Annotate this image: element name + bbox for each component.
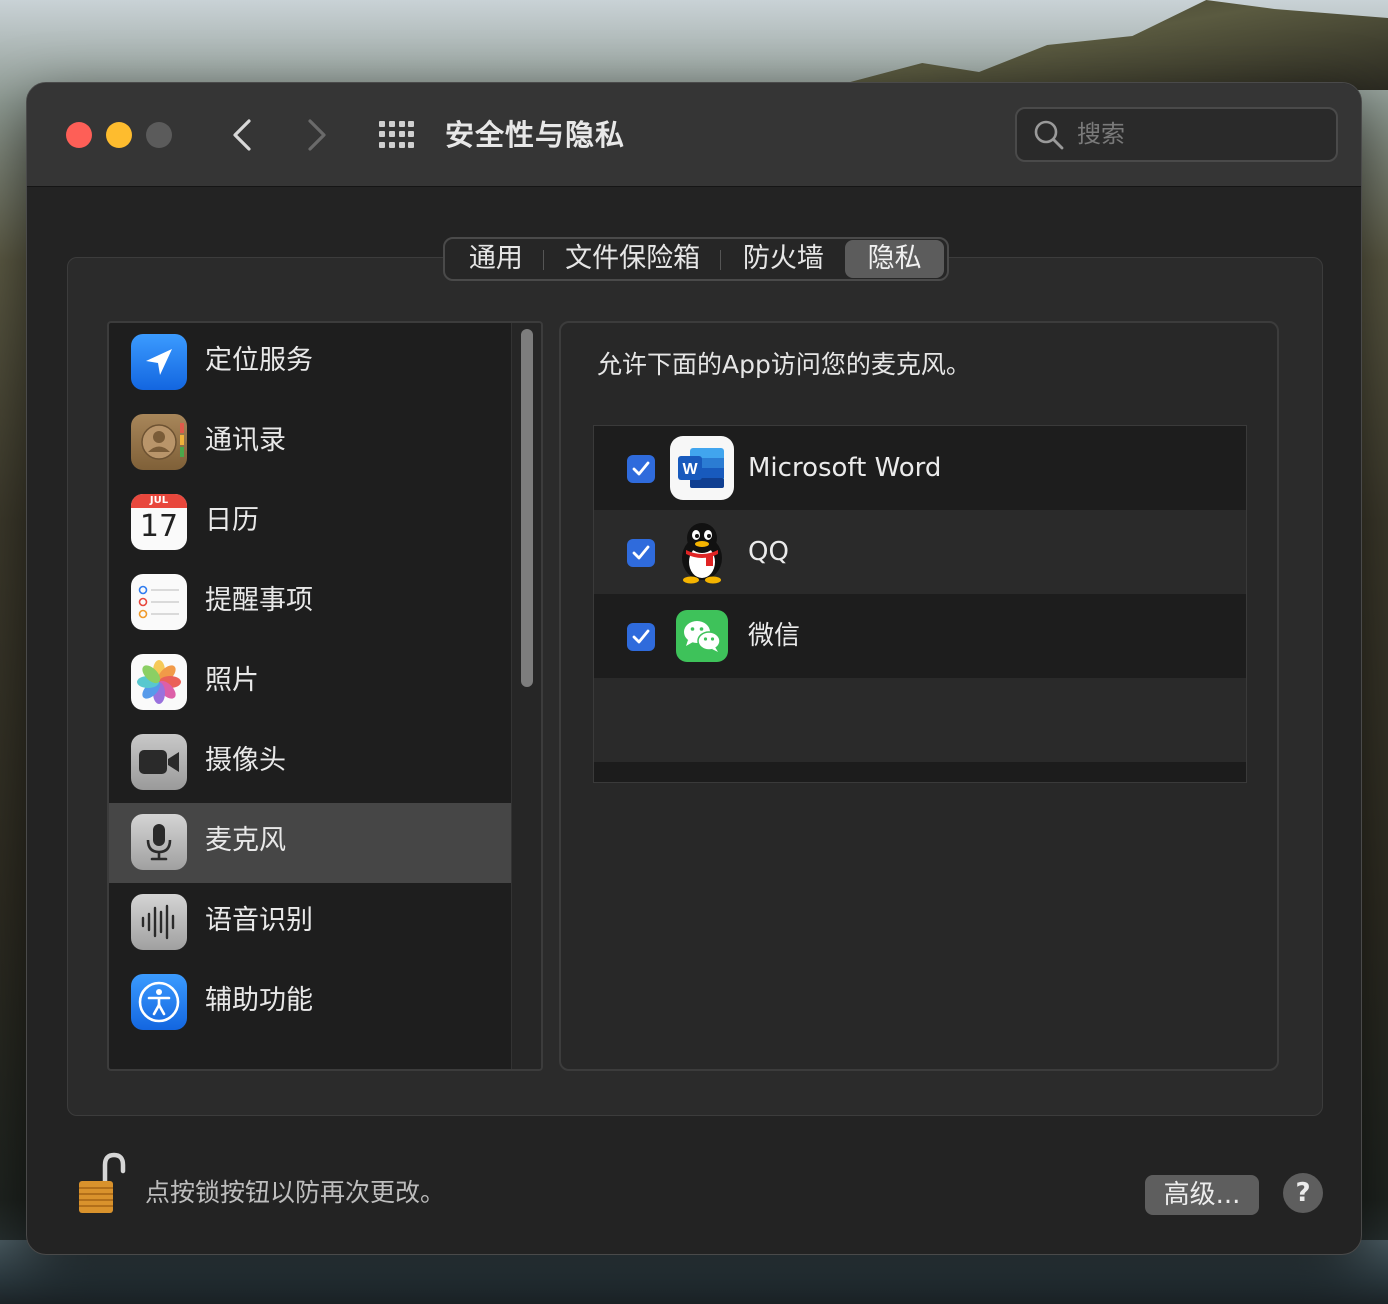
sidebar-item-label: 麦克风	[205, 825, 286, 856]
minimize-button[interactable]	[106, 122, 132, 148]
camera-icon	[131, 734, 187, 790]
search-field[interactable]: 搜索	[1015, 107, 1338, 162]
back-button[interactable]	[222, 113, 262, 157]
reminders-icon	[131, 574, 187, 630]
privacy-category-list: 定位服务 通讯录 JUL 17 日历 提醒事项 照片 摄像头 麦克风 语音识别 …	[107, 321, 543, 1071]
background-mountain	[820, 0, 1388, 90]
scrollbar-thumb[interactable]	[521, 329, 533, 687]
unlocked-padlock-icon[interactable]	[75, 1151, 127, 1217]
microphone-detail-pane: 允许下面的App访问您的麦克风。 W Microsoft Word QQ 微信	[559, 321, 1279, 1071]
microsoft-word-checkbox[interactable]	[627, 455, 655, 483]
tab-filevault[interactable]: 文件保险箱	[544, 240, 722, 278]
app-name: QQ	[748, 537, 789, 567]
title-bar: 安全性与隐私 搜索	[27, 83, 1361, 187]
advanced-button[interactable]: 高级...	[1145, 1175, 1259, 1215]
microphone-icon	[131, 814, 187, 870]
sidebar-item-label: 日历	[205, 505, 259, 536]
calendar-month: JUL	[131, 494, 187, 508]
sidebar-item-label: 提醒事项	[205, 585, 313, 616]
tab-firewall[interactable]: 防火墙	[721, 240, 845, 278]
microphone-description: 允许下面的App访问您的麦克风。	[597, 350, 971, 379]
checkmark-icon	[632, 629, 650, 644]
accessibility-icon	[131, 974, 187, 1030]
lock-hint-text: 点按锁按钮以防再次更改。	[145, 1178, 446, 1207]
app-permission-list: W Microsoft Word QQ 微信	[593, 425, 1247, 783]
sidebar-item-location-services[interactable]: 定位服务	[109, 323, 511, 403]
sidebar-scrollbar[interactable]	[511, 323, 541, 1069]
chevron-right-icon	[308, 119, 326, 151]
app-row-empty	[594, 678, 1246, 762]
window-title: 安全性与隐私	[445, 118, 626, 152]
app-row-microsoft-word[interactable]: W Microsoft Word	[594, 426, 1246, 510]
tab-bar: 通用 文件保险箱 防火墙 隐私	[443, 237, 949, 281]
sidebar-item-label: 通讯录	[205, 425, 286, 456]
chevron-left-icon	[233, 119, 251, 151]
app-row-wechat[interactable]: 微信	[594, 594, 1246, 678]
sidebar-item-camera[interactable]: 摄像头	[109, 723, 511, 803]
sidebar-item-reminders[interactable]: 提醒事项	[109, 563, 511, 643]
microsoft-word-icon: W	[670, 436, 734, 500]
svg-text:W: W	[682, 461, 698, 478]
checkmark-icon	[632, 545, 650, 560]
app-name: Microsoft Word	[748, 453, 942, 483]
wechat-checkbox[interactable]	[627, 623, 655, 651]
sidebar-item-microphone[interactable]: 麦克风	[109, 803, 511, 883]
list-footer	[594, 762, 1246, 782]
zoom-button[interactable]	[146, 122, 172, 148]
app-name: 微信	[748, 621, 801, 651]
speech-recognition-icon	[131, 894, 187, 950]
tab-general[interactable]: 通用	[448, 240, 544, 278]
search-icon	[1034, 120, 1064, 150]
forward-button[interactable]	[297, 113, 337, 157]
calendar-icon: JUL 17	[131, 494, 187, 550]
photos-icon	[131, 654, 187, 710]
tab-privacy[interactable]: 隐私	[845, 240, 944, 278]
sidebar-item-label: 定位服务	[205, 345, 313, 376]
wechat-icon	[670, 604, 734, 668]
sidebar-item-label: 语音识别	[205, 905, 313, 936]
sidebar-item-accessibility[interactable]: 辅助功能	[109, 963, 511, 1043]
help-button[interactable]: ?	[1283, 1173, 1323, 1213]
sidebar-item-label: 照片	[205, 665, 259, 696]
system-preferences-window: 安全性与隐私 搜索 通用 文件保险箱 防火墙 隐私 定位服务 通讯录 JUL 1…	[26, 82, 1362, 1255]
sidebar-item-photos[interactable]: 照片	[109, 643, 511, 723]
location-icon	[131, 334, 187, 390]
sidebar-item-contacts[interactable]: 通讯录	[109, 403, 511, 483]
qq-checkbox[interactable]	[627, 539, 655, 567]
close-button[interactable]	[66, 122, 92, 148]
sidebar-item-label: 辅助功能	[205, 985, 313, 1016]
search-placeholder: 搜索	[1077, 120, 1125, 148]
sidebar-item-label: 摄像头	[205, 745, 286, 776]
show-all-grid-icon[interactable]	[377, 119, 417, 151]
checkmark-icon	[632, 461, 650, 476]
qq-icon	[670, 520, 734, 584]
app-row-qq[interactable]: QQ	[594, 510, 1246, 594]
sidebar-item-speech-recognition[interactable]: 语音识别	[109, 883, 511, 963]
calendar-day: 17	[139, 509, 179, 544]
contacts-icon	[131, 414, 187, 470]
sidebar-item-calendar[interactable]: JUL 17 日历	[109, 483, 511, 563]
